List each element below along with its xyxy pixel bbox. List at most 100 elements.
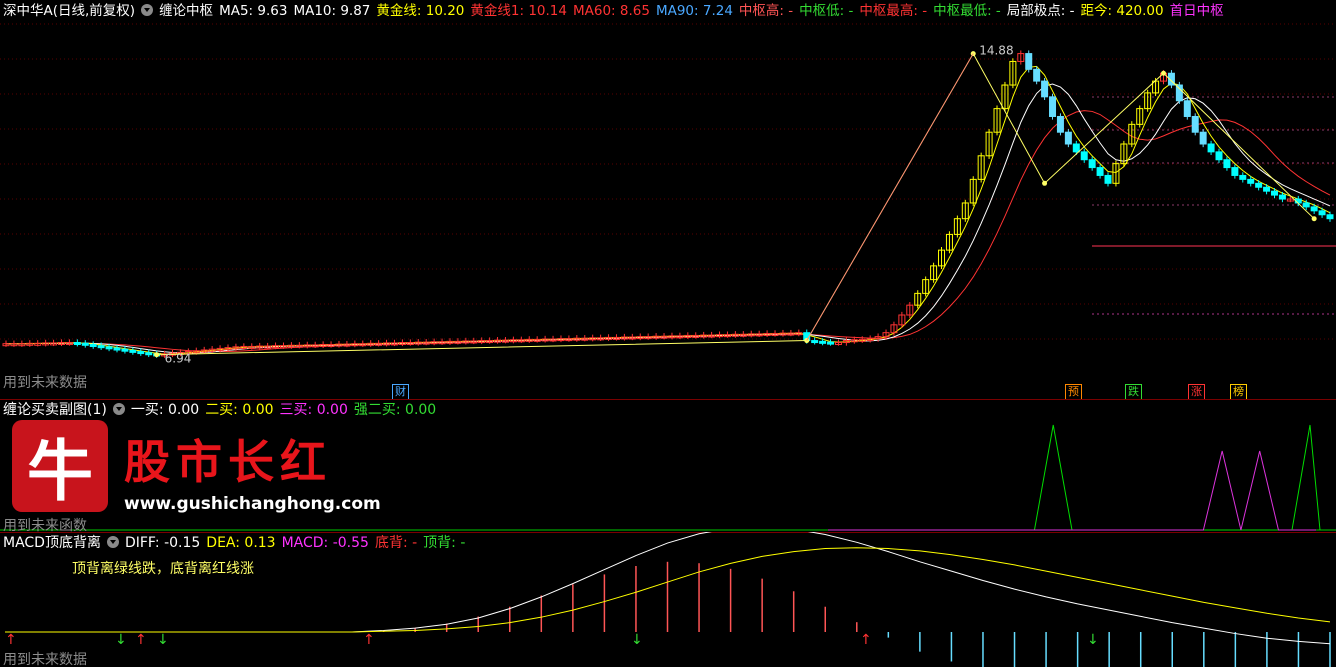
collapse-toggle-icon[interactable] <box>112 403 125 415</box>
signal-badge: 跌 <box>1125 384 1142 399</box>
candle-body <box>105 346 113 350</box>
main_header-item: 局部极点: - <box>1006 3 1075 19</box>
candle-body <box>1049 96 1057 117</box>
sub_header-item: 二买: 0.00 <box>205 402 274 418</box>
candle-body <box>1088 159 1096 169</box>
macd_header-item: 顶背: - <box>423 535 466 551</box>
candle-body <box>1025 53 1033 70</box>
candle-body <box>1041 80 1049 98</box>
pivot-dot <box>154 352 160 358</box>
candle-body <box>1064 131 1072 145</box>
signal-badge: 预 <box>1065 384 1082 399</box>
candle-body <box>1080 151 1088 161</box>
down-arrow-icon: ↓ <box>1087 632 1099 648</box>
macd_header-item: MACD: -0.55 <box>281 535 369 551</box>
macd-pane[interactable]: ↑ ↓ ↑ ↓ ↑ ↓ ↑ ↓ MACD顶底背离 DIFF: -0.15 DEA: 0.13 MAC… <box>0 532 1336 667</box>
subchart-header: 缠论买卖副图(1) 一买: 0.00 二买: 0.00 三买: 0.00 强二买: 0.… <box>3 401 442 419</box>
candle-body <box>1223 159 1231 169</box>
low-price-label: 6.94 <box>165 352 192 366</box>
zigzag-line <box>156 52 1315 356</box>
main-chart-svg[interactable]: 14.88 6.94 <box>0 0 1336 399</box>
ma-line-2 <box>6 65 1331 355</box>
future-data-note: 用到未来数据 <box>3 375 87 391</box>
collapse-toggle-icon[interactable] <box>106 536 119 548</box>
macd-chart-svg[interactable]: ↑ ↓ ↑ ↓ ↑ ↓ ↑ ↓ <box>0 532 1336 667</box>
main_header-item: 中枢低: - <box>799 3 854 19</box>
main_header-item: 深中华A(日线,前复权) <box>3 3 136 19</box>
main_header-item: 黄金线: 10.20 <box>376 3 465 19</box>
main_header-item: 中枢最低: - <box>933 3 1001 19</box>
candle-body <box>811 340 819 344</box>
main_header-item: MA90: 7.24 <box>655 3 733 19</box>
watermark-title: 股市长红 <box>124 435 332 489</box>
up-arrow-icon: ↑ <box>363 632 375 648</box>
candle-body <box>1231 167 1239 176</box>
sub_header-item: 三买: 0.00 <box>279 402 348 418</box>
candle-body <box>73 342 81 346</box>
candle-body <box>1207 143 1215 153</box>
watermark-logo: 牛 <box>12 420 108 512</box>
subchart-spike <box>1291 424 1321 531</box>
macd_header-item: DEA: 0.13 <box>206 535 276 551</box>
main_header-item: 中枢高: - <box>738 3 794 19</box>
down-arrow-icon: ↓ <box>631 632 643 648</box>
future-data-note-macd: 用到未来数据 <box>3 652 87 667</box>
candle-body <box>1199 131 1207 145</box>
macd_header-item: MACD顶底背离 <box>3 535 101 551</box>
sub_header-item: 一买: 0.00 <box>130 402 200 418</box>
candle-body <box>1278 194 1286 200</box>
up-arrow-icon: ↑ <box>135 632 147 648</box>
candle-body <box>1271 190 1279 196</box>
sub_header-item: 缠论买卖副图(1) <box>3 402 107 418</box>
signal-badge: 榜 <box>1230 384 1247 399</box>
candle-body <box>1096 167 1104 176</box>
candle-body <box>1302 202 1310 208</box>
candle-body <box>1326 214 1334 220</box>
main_header-item: 黄金线1: 10.14 <box>470 3 567 19</box>
candle-body <box>1072 143 1080 153</box>
candle-body <box>1310 206 1318 212</box>
candle-body <box>1033 68 1041 82</box>
collapse-toggle-icon[interactable] <box>141 4 154 16</box>
watermark-url: www.gushichanghong.com <box>124 494 381 514</box>
pivot-dot <box>1161 70 1167 76</box>
macd_header-item: DIFF: -0.15 <box>124 535 201 551</box>
candle-body <box>137 351 145 355</box>
candle-body <box>1215 151 1223 161</box>
up-arrow-icon: ↑ <box>5 632 17 648</box>
high-price-label: 14.88 <box>979 44 1013 58</box>
candle-body <box>1318 210 1326 216</box>
candle-body <box>1255 182 1263 188</box>
candle-body <box>89 343 97 347</box>
main_header-item: 中枢最高: - <box>859 3 928 19</box>
main-chart-header: 深中华A(日线,前复权) 缠论中枢 MA5: 9.63 MA10: 9.87 黄金线: … <box>3 2 1230 20</box>
main_header-item: MA5: 9.63 <box>219 3 288 19</box>
candle-body <box>1263 186 1271 192</box>
down-arrow-icon: ↓ <box>115 632 127 648</box>
candle-body <box>827 341 835 345</box>
signal-badge: 财 <box>392 384 409 399</box>
site-watermark: 牛 股市长红 www.gushichanghong.com <box>12 420 382 520</box>
candle-body <box>113 347 121 351</box>
candle-body <box>1191 115 1199 133</box>
trend-line <box>806 53 974 341</box>
pivot-dot <box>1311 216 1317 222</box>
down-arrow-icon: ↓ <box>157 632 169 648</box>
signal-badge: 涨 <box>1188 384 1205 399</box>
candle-body <box>129 349 137 353</box>
pivot-dot <box>1042 180 1048 186</box>
main-chart-pane[interactable]: 14.88 6.94 深中华A(日线,前复权) 缠论中枢 MA5: 9.63 MA10:… <box>0 0 1336 399</box>
up-arrow-icon: ↑ <box>860 632 872 648</box>
candle-body <box>97 345 105 349</box>
sub_header-item: 强二买: 0.00 <box>353 402 437 418</box>
main_header-item: 距今: 420.00 <box>1080 3 1164 19</box>
candle-body <box>121 348 129 352</box>
main_header-item: MA60: 8.65 <box>572 3 650 19</box>
candle-body <box>81 342 89 346</box>
macd-header: MACD顶底背离 DIFF: -0.15 DEA: 0.13 MACD: -0.55 底… <box>3 534 471 552</box>
subchart-series-0 <box>828 424 1316 531</box>
main_header-item: 缠论中枢 <box>159 3 214 19</box>
subchart-series-1 <box>828 450 1316 531</box>
candle-body <box>1239 174 1247 180</box>
main_header-item: MA10: 9.87 <box>293 3 371 19</box>
